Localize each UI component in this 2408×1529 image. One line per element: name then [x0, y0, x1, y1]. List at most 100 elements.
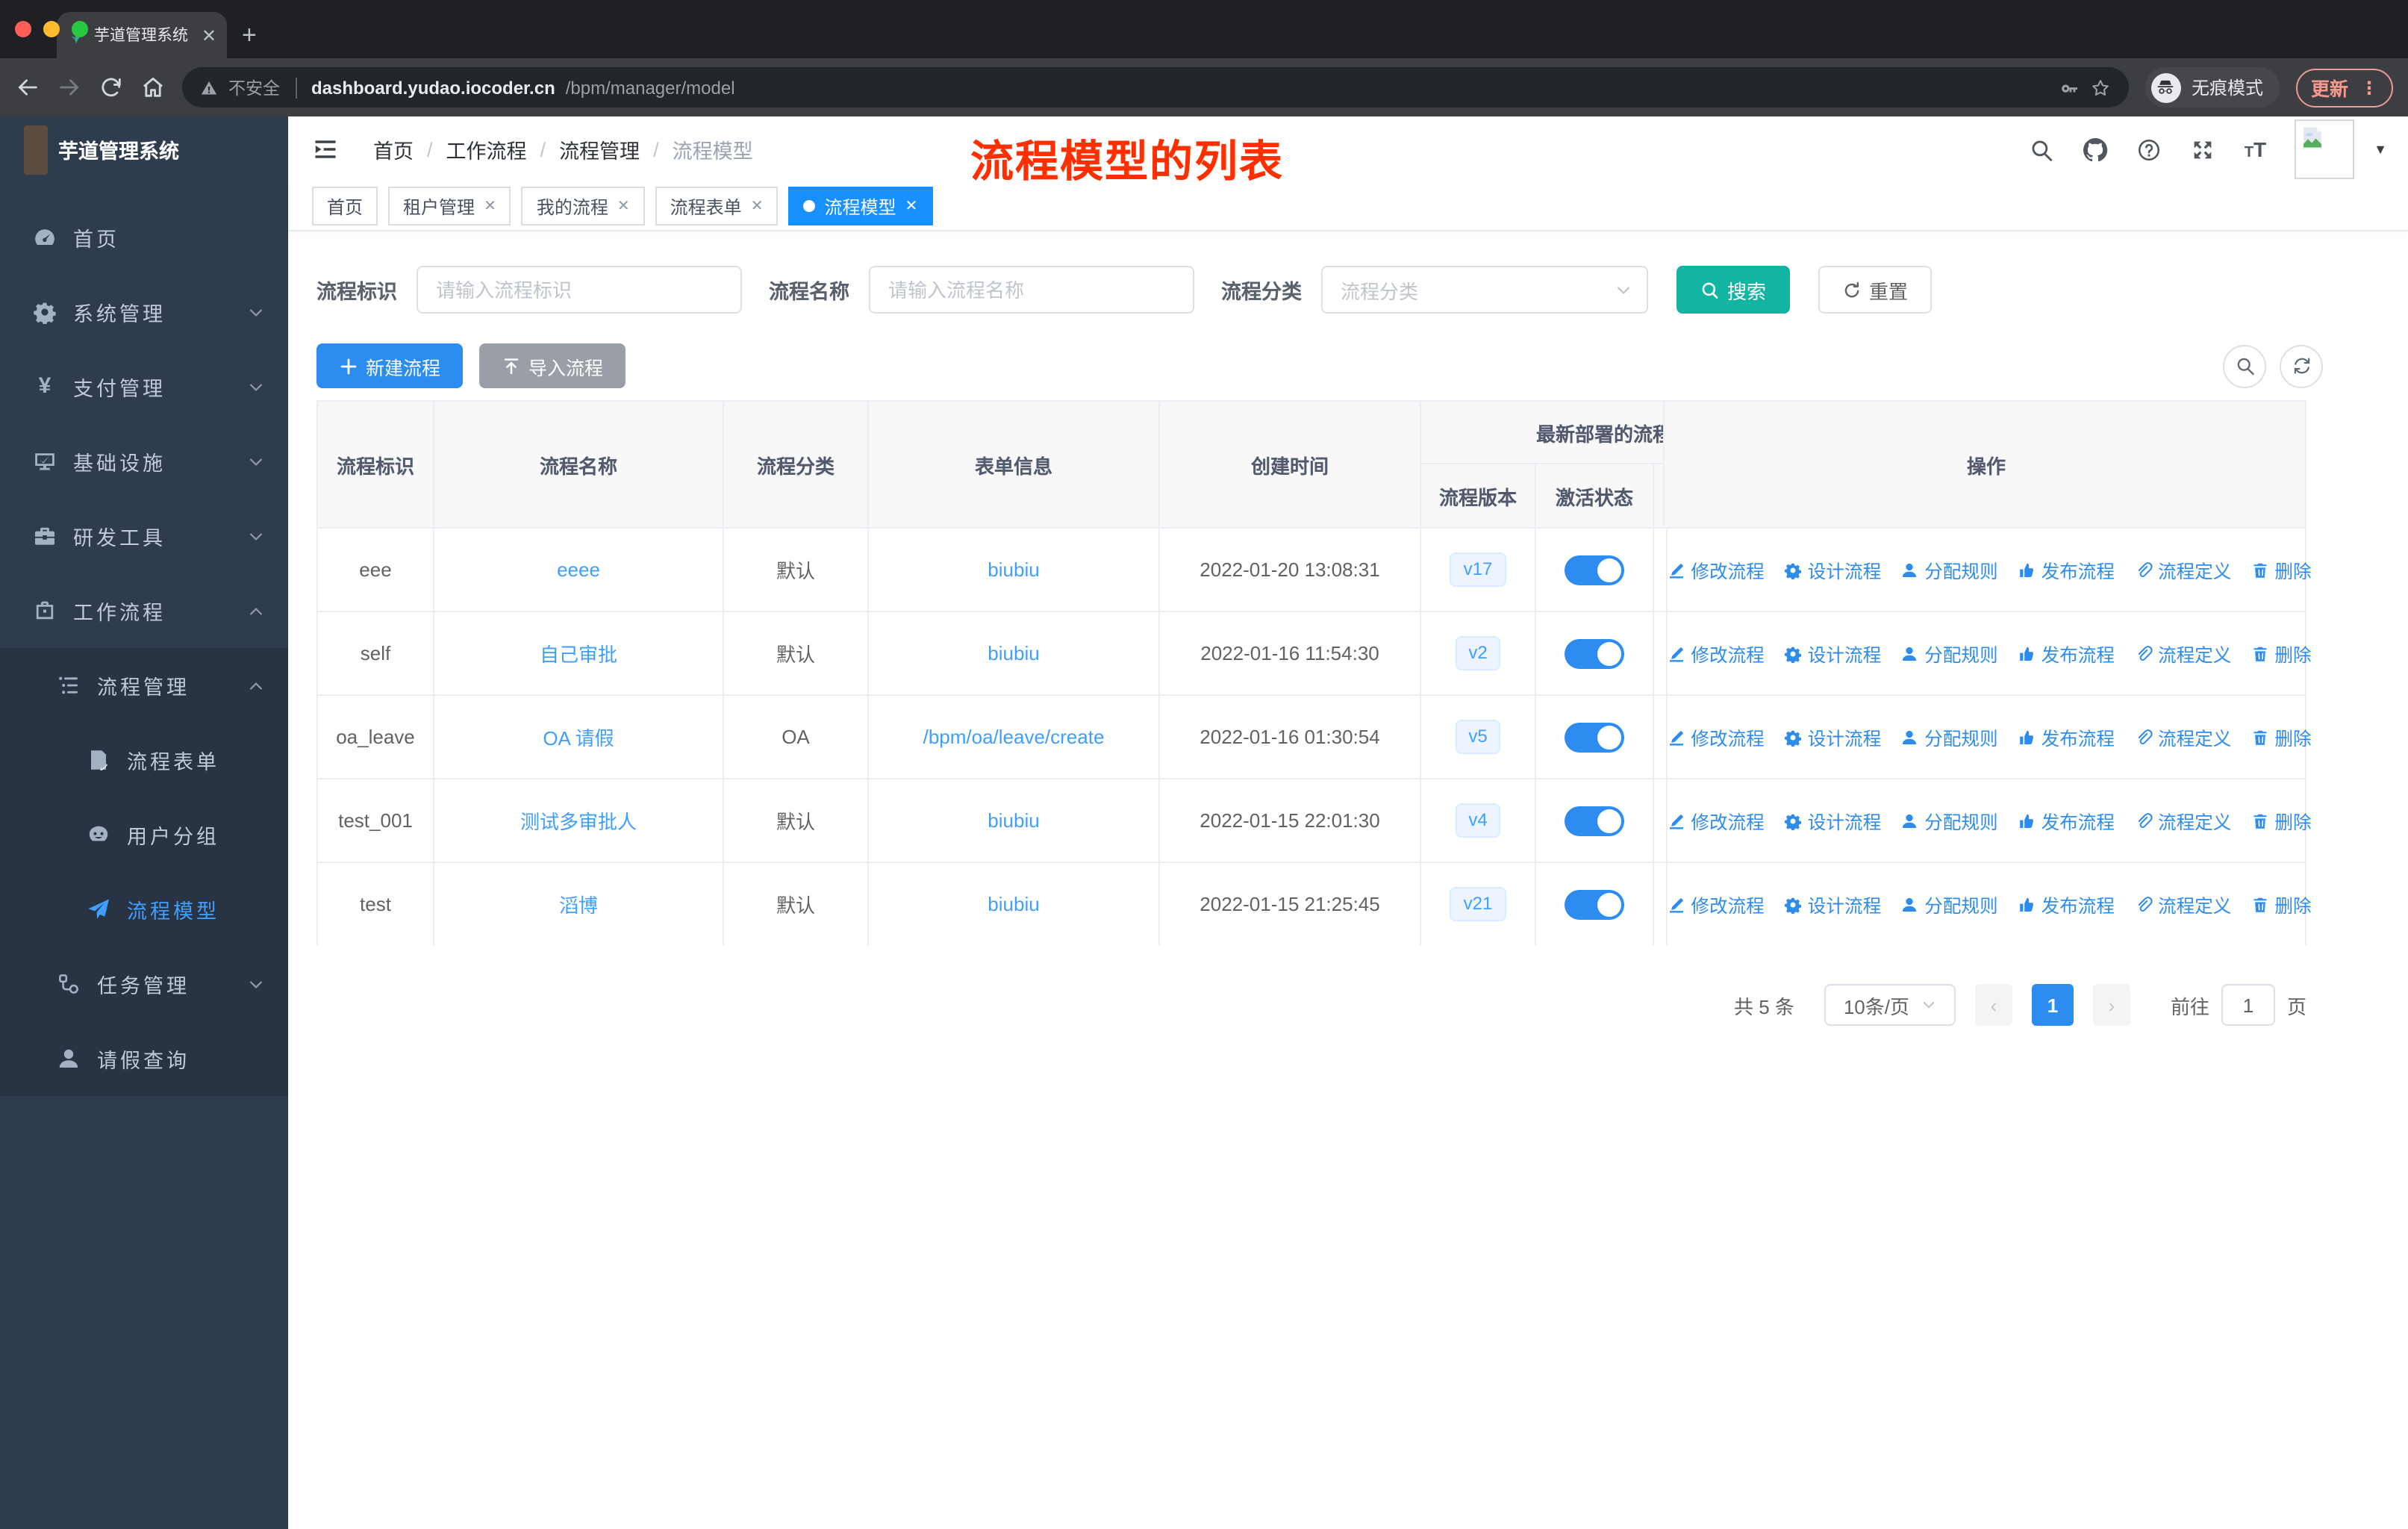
- sidebar-item[interactable]: 系统管理: [0, 275, 288, 349]
- import-process-button[interactable]: 导入流程: [479, 343, 626, 388]
- sidebar-item[interactable]: 基础设施: [0, 424, 288, 499]
- form-info-link[interactable]: biubiu: [988, 558, 1039, 581]
- form-info-link[interactable]: biubiu: [988, 809, 1039, 832]
- action-definition-link[interactable]: 流程定义: [2134, 556, 2231, 583]
- action-design-link[interactable]: 设计流程: [1784, 640, 1881, 667]
- action-publish-link[interactable]: 发布流程: [2018, 556, 2115, 583]
- action-publish-link[interactable]: 发布流程: [2018, 807, 2115, 834]
- active-toggle[interactable]: [1565, 555, 1624, 585]
- action-delete-link[interactable]: 删除: [2251, 556, 2312, 583]
- form-info-link[interactable]: biubiu: [988, 893, 1039, 915]
- process-name-link[interactable]: OA 请假: [543, 723, 614, 751]
- tag-close-icon[interactable]: ✕: [905, 198, 918, 214]
- tag-item[interactable]: 我的流程 ✕: [521, 187, 645, 225]
- sidebar-logo[interactable]: 芋道管理系统: [0, 116, 288, 182]
- action-design-link[interactable]: 设计流程: [1784, 891, 1881, 918]
- form-info-link[interactable]: biubiu: [988, 642, 1039, 664]
- search-button[interactable]: 搜索: [1676, 266, 1791, 314]
- sidebar-item[interactable]: 流程表单: [0, 723, 288, 797]
- action-delete-link[interactable]: 删除: [2251, 640, 2312, 667]
- refresh-table-button[interactable]: [2280, 344, 2323, 387]
- action-definition-link[interactable]: 流程定义: [2134, 723, 2231, 750]
- sidebar-item[interactable]: 任务管理: [0, 947, 288, 1021]
- process-name-link[interactable]: 自己审批: [540, 639, 617, 667]
- process-key-input[interactable]: [417, 266, 742, 314]
- sidebar-item[interactable]: 研发工具: [0, 499, 288, 573]
- breadcrumb-item[interactable]: 工作流程: [446, 134, 527, 164]
- action-assign-link[interactable]: 分配规则: [1900, 556, 1998, 583]
- action-delete-link[interactable]: 删除: [2251, 723, 2312, 750]
- action-edit-link[interactable]: 修改流程: [1667, 891, 1765, 918]
- reload-icon[interactable]: [99, 75, 124, 100]
- process-name-link[interactable]: 滔博: [559, 890, 598, 918]
- action-design-link[interactable]: 设计流程: [1784, 723, 1881, 750]
- action-publish-link[interactable]: 发布流程: [2018, 723, 2115, 750]
- minimize-window-button[interactable]: [43, 21, 60, 37]
- address-bar[interactable]: 不安全 dashboard.yudao.iocoder.cn/bpm/manag…: [182, 67, 2129, 108]
- active-toggle[interactable]: [1565, 722, 1624, 752]
- breadcrumb-item[interactable]: 流程管理: [559, 134, 640, 164]
- tag-item[interactable]: 首页: [312, 187, 378, 225]
- fullscreen-icon[interactable]: [2191, 137, 2216, 162]
- github-icon[interactable]: [2083, 137, 2109, 162]
- process-name-link[interactable]: eeee: [557, 558, 600, 581]
- tag-close-icon[interactable]: ✕: [751, 198, 764, 214]
- breadcrumb-item[interactable]: 首页: [373, 134, 414, 164]
- tag-close-icon[interactable]: ✕: [484, 198, 496, 214]
- collapse-menu-icon[interactable]: [312, 136, 339, 163]
- forward-arrow-icon[interactable]: [57, 75, 82, 100]
- home-icon[interactable]: [140, 75, 166, 100]
- action-edit-link[interactable]: 修改流程: [1667, 723, 1765, 750]
- action-delete-link[interactable]: 删除: [2251, 891, 2312, 918]
- action-assign-link[interactable]: 分配规则: [1900, 891, 1998, 918]
- create-process-button[interactable]: 新建流程: [316, 343, 464, 388]
- action-definition-link[interactable]: 流程定义: [2134, 891, 2231, 918]
- goto-page-input[interactable]: [2221, 984, 2275, 1026]
- action-definition-link[interactable]: 流程定义: [2134, 640, 2231, 667]
- action-assign-link[interactable]: 分配规则: [1900, 723, 1998, 750]
- tag-item[interactable]: 租户管理 ✕: [388, 187, 511, 225]
- active-toggle[interactable]: [1565, 806, 1624, 835]
- sidebar-item[interactable]: 请假查询: [0, 1021, 288, 1096]
- update-browser-button[interactable]: 更新 ⋮: [2295, 68, 2393, 107]
- action-design-link[interactable]: 设计流程: [1784, 556, 1881, 583]
- avatar-caret-icon[interactable]: ▼: [2374, 142, 2387, 157]
- action-assign-link[interactable]: 分配规则: [1900, 807, 1998, 834]
- prev-page-button[interactable]: ‹: [1974, 984, 2012, 1026]
- action-delete-link[interactable]: 删除: [2251, 807, 2312, 834]
- action-publish-link[interactable]: 发布流程: [2018, 891, 2115, 918]
- action-edit-link[interactable]: 修改流程: [1667, 640, 1765, 667]
- search-icon[interactable]: [2030, 137, 2055, 162]
- close-window-button[interactable]: [15, 21, 31, 37]
- zoom-window-button[interactable]: [72, 21, 88, 37]
- show-search-button[interactable]: [2223, 344, 2266, 387]
- question-circle-icon[interactable]: [2137, 137, 2162, 162]
- tag-item[interactable]: 流程表单 ✕: [655, 187, 779, 225]
- form-info-link[interactable]: /bpm/oa/leave/create: [923, 726, 1105, 748]
- sidebar-item[interactable]: 首页: [0, 200, 288, 275]
- sidebar-item[interactable]: 流程模型: [0, 872, 288, 947]
- active-toggle[interactable]: [1565, 889, 1624, 919]
- process-name-link[interactable]: 测试多审批人: [520, 806, 637, 835]
- sidebar-item[interactable]: 用户分组: [0, 797, 288, 872]
- action-design-link[interactable]: 设计流程: [1784, 807, 1881, 834]
- back-arrow-icon[interactable]: [15, 75, 40, 100]
- user-avatar[interactable]: [2295, 119, 2355, 179]
- action-definition-link[interactable]: 流程定义: [2134, 807, 2231, 834]
- action-edit-link[interactable]: 修改流程: [1667, 807, 1765, 834]
- action-publish-link[interactable]: 发布流程: [2018, 640, 2115, 667]
- active-toggle[interactable]: [1565, 638, 1624, 668]
- category-select[interactable]: 流程分类: [1321, 266, 1648, 314]
- next-page-button[interactable]: ›: [2092, 984, 2130, 1026]
- action-edit-link[interactable]: 修改流程: [1667, 556, 1765, 583]
- new-tab-button[interactable]: +: [242, 21, 257, 51]
- key-icon[interactable]: [2059, 77, 2080, 98]
- reset-button[interactable]: 重置: [1818, 266, 1933, 314]
- font-size-icon[interactable]: TT: [2245, 137, 2266, 161]
- star-icon[interactable]: [2090, 77, 2111, 98]
- action-assign-link[interactable]: 分配规则: [1900, 640, 1998, 667]
- tab-close-icon[interactable]: ✕: [202, 25, 216, 46]
- current-page-button[interactable]: 1: [2031, 984, 2074, 1026]
- tag-item[interactable]: 流程模型 ✕: [788, 187, 933, 225]
- page-size-select[interactable]: 10条/页: [1824, 984, 1956, 1026]
